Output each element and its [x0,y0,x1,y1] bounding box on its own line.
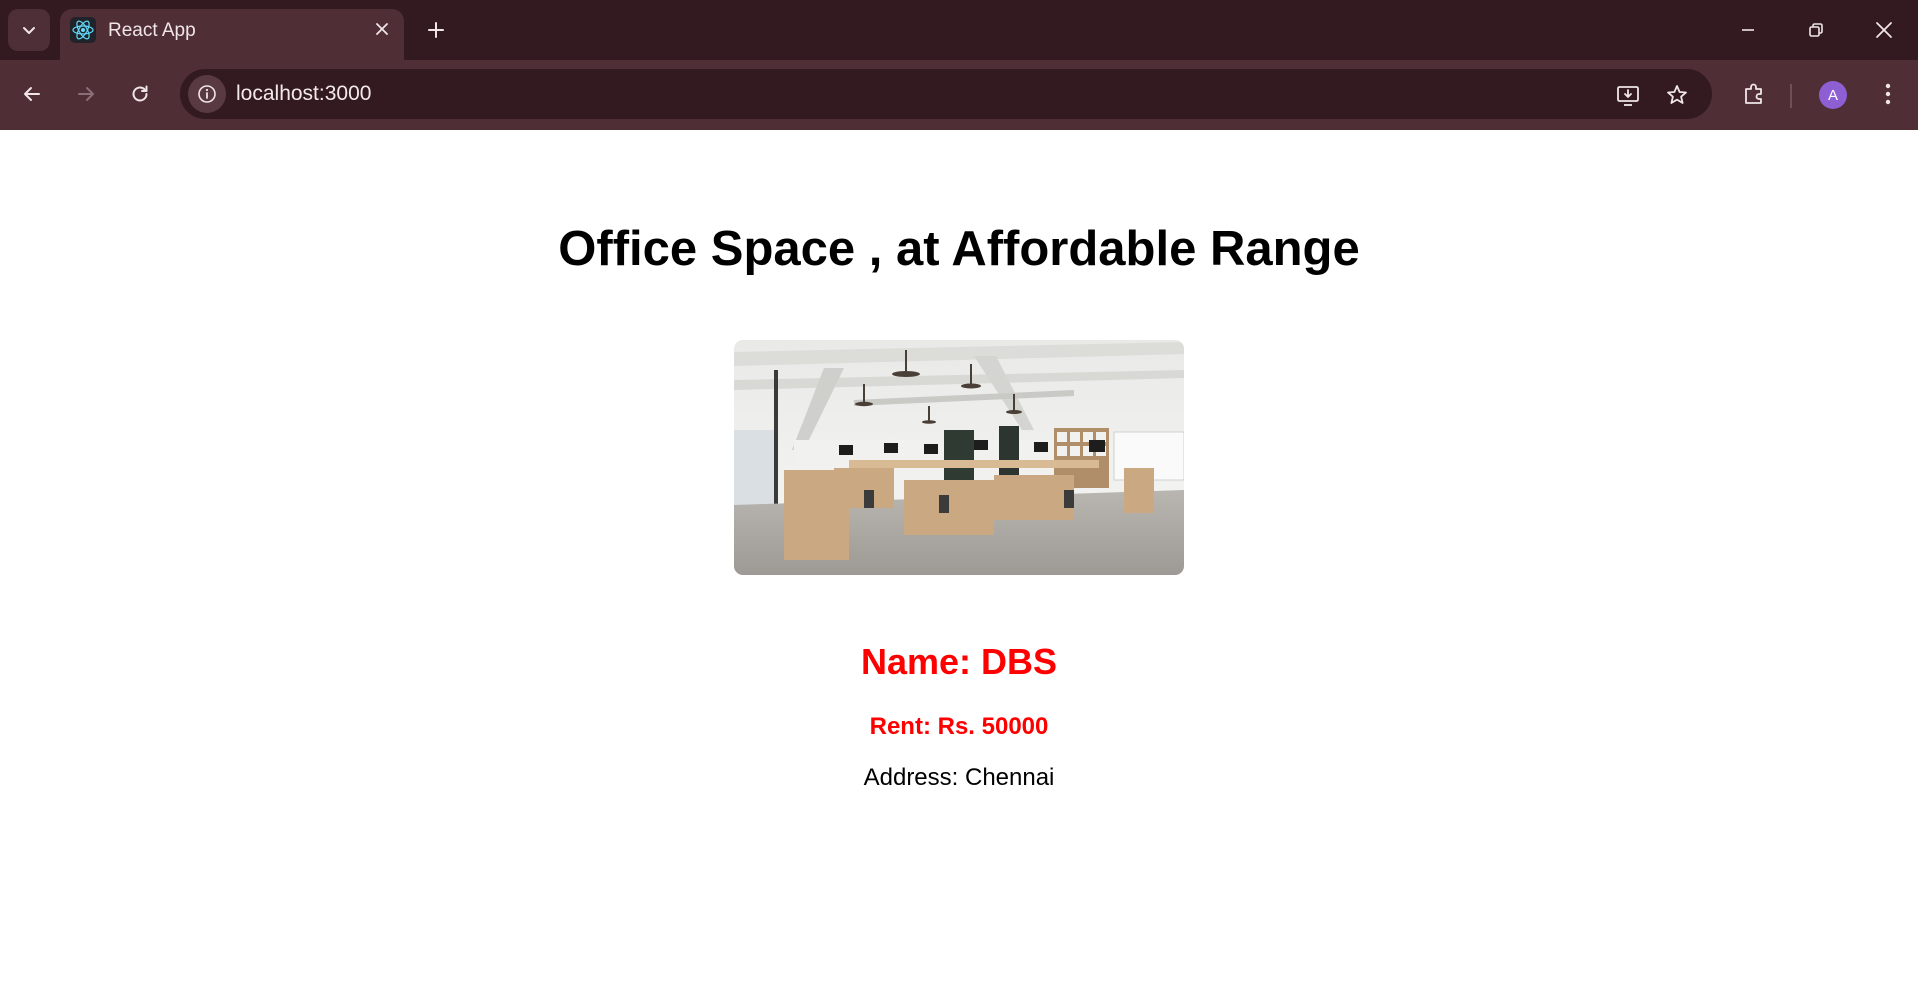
more-vertical-icon [1885,83,1891,105]
address-bar[interactable]: localhost:3000 [180,69,1712,119]
tab-title: React App [108,20,196,41]
browser-title-bar: React App [0,0,1918,60]
browser-menu-button[interactable] [1868,74,1908,114]
office-illustration [734,340,1184,575]
forward-button[interactable] [66,74,106,114]
install-icon [1617,86,1639,106]
star-icon [1667,85,1687,104]
restore-button[interactable] [1792,10,1840,50]
page-heading: Office Space , at Affordable Range [558,222,1360,276]
chevron-down-icon [23,27,35,34]
profile-avatar[interactable]: A [1819,81,1847,109]
active-tab[interactable]: React App [60,9,404,60]
reload-icon [132,85,148,102]
extensions-button[interactable] [1734,74,1774,114]
toolbar-divider [1790,84,1792,108]
bookmark-button[interactable] [1661,79,1693,111]
close-icon [376,23,388,35]
react-logo-icon [70,17,96,43]
office-name: Name: DBS [860,641,1058,682]
install-app-button[interactable] [1612,79,1644,111]
info-icon [198,85,216,103]
arrow-right-icon [78,87,94,101]
close-window-button[interactable] [1860,10,1908,50]
minimize-button[interactable] [1724,10,1772,50]
restore-icon [1809,23,1823,37]
site-info-button[interactable] [188,75,226,113]
browser-toolbar: localhost:3000 A [0,60,1918,130]
minimize-icon [1742,29,1754,31]
tab-search-button[interactable] [8,9,50,51]
office-rent: Rent: Rs. 50000 [869,713,1049,740]
url-text[interactable]: localhost:3000 [236,82,371,106]
office-photo [734,340,1184,575]
arrow-left-icon [24,87,40,101]
close-icon [1876,22,1892,38]
plus-icon [428,22,444,38]
new-tab-button[interactable] [420,14,452,46]
puzzle-icon [1745,83,1762,104]
tab-close-button[interactable] [370,17,394,41]
page-content: Office Space , at Affordable Range Name:… [0,130,1918,1006]
back-button[interactable] [12,74,52,114]
reload-button[interactable] [120,74,160,114]
office-address: Address: Chennai [863,764,1055,791]
